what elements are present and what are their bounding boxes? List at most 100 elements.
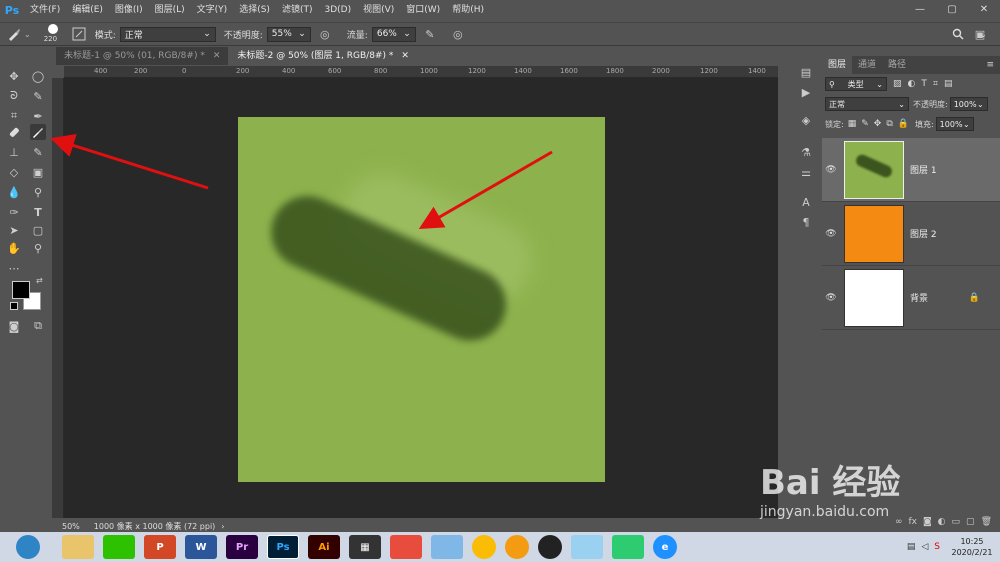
layer-row-1[interactable]: 👁 图层 1	[822, 138, 1000, 202]
chrome-icon[interactable]	[472, 535, 496, 559]
history-brush-tool-icon[interactable]: ✎	[30, 144, 46, 160]
lock-all-icon[interactable]: 🔒	[898, 119, 909, 129]
blue-app-icon[interactable]	[571, 535, 603, 559]
swap-colors-icon[interactable]: ⇄	[36, 276, 43, 285]
brush-tool-icon[interactable]	[30, 124, 46, 140]
fill-input[interactable]: 100% ⌄	[935, 117, 974, 131]
zoom-tool-icon[interactable]: ⚲	[30, 240, 46, 256]
close-tab-icon[interactable]: ✕	[401, 47, 409, 65]
minimize-button[interactable]: —	[904, 0, 936, 20]
filter-adjustment-icon[interactable]: ◐	[908, 79, 916, 89]
menu-select[interactable]: 选择(S)	[233, 0, 276, 20]
libraries-panel-icon[interactable]: ◈	[798, 112, 814, 128]
canvas-workspace[interactable]	[64, 78, 778, 518]
tab-channels[interactable]: 通道	[852, 56, 882, 74]
healing-brush-tool-icon[interactable]	[6, 124, 22, 140]
premiere-icon[interactable]: Pr	[226, 535, 258, 559]
layer-opacity-input[interactable]: 100% ⌄	[949, 97, 988, 111]
start-button[interactable]	[16, 535, 40, 559]
menu-image[interactable]: 图像(I)	[109, 0, 149, 20]
qq-icon[interactable]	[538, 535, 562, 559]
tab-paths[interactable]: 路径	[882, 56, 912, 74]
mode-select[interactable]: 正常 ⌄	[119, 26, 216, 42]
crop-tool-icon[interactable]: ⌗	[6, 108, 22, 124]
layer-row-2[interactable]: 👁 图层 2	[822, 202, 1000, 266]
filter-pixel-icon[interactable]: ▨	[893, 79, 902, 89]
menu-view[interactable]: 视图(V)	[357, 0, 400, 20]
document-canvas[interactable]	[238, 117, 605, 482]
menu-help[interactable]: 帮助(H)	[446, 0, 490, 20]
layer-name[interactable]: 图层 2	[910, 227, 1000, 240]
menu-type[interactable]: 文字(Y)	[191, 0, 234, 20]
menu-file[interactable]: 文件(F)	[24, 0, 66, 20]
maximize-button[interactable]: ▢	[936, 0, 968, 20]
foreground-color-swatch[interactable]	[12, 281, 30, 299]
lock-artboard-icon[interactable]: ⧉	[886, 119, 892, 129]
pressure-size-icon[interactable]: ◎	[450, 26, 466, 42]
lock-pixels-icon[interactable]: ✎	[861, 119, 869, 129]
clock[interactable]: 10:25 2020/2/21	[944, 536, 1000, 558]
zoom-level[interactable]: 50%	[62, 522, 80, 531]
elliptical-marquee-tool-icon[interactable]: ◯	[30, 68, 46, 84]
menu-layer[interactable]: 图层(L)	[149, 0, 191, 20]
lock-transparent-icon[interactable]: ▦	[848, 119, 857, 129]
layer-row-background[interactable]: 👁 背景 🔒	[822, 266, 1000, 330]
rectangle-tool-icon[interactable]: ▢	[30, 222, 46, 238]
pressure-opacity-icon[interactable]: ◎	[317, 26, 333, 42]
paragraph-panel-icon[interactable]: ¶	[798, 214, 814, 230]
blend-mode-select[interactable]: 正常 ⌄	[825, 97, 909, 111]
word-icon[interactable]: W	[185, 535, 217, 559]
volume-icon[interactable]: ◁	[921, 542, 928, 552]
orange-app-icon[interactable]	[505, 535, 529, 559]
tab-document-1[interactable]: 未标题-1 @ 50% (01, RGB/8#) * ✕	[56, 47, 229, 65]
search-icon[interactable]	[950, 26, 966, 42]
quick-mask-icon[interactable]: ◙	[6, 318, 22, 334]
wechat-icon[interactable]	[103, 535, 135, 559]
lasso-tool-icon[interactable]: ᘐ	[6, 88, 22, 104]
quick-selection-tool-icon[interactable]: ✎	[30, 88, 46, 104]
move-tool-icon[interactable]: ✥	[6, 68, 22, 84]
chevron-down-icon[interactable]: ⌄	[24, 30, 31, 39]
close-tab-icon[interactable]: ✕	[213, 47, 221, 65]
file-explorer-icon[interactable]	[62, 535, 94, 559]
internet-explorer-icon[interactable]: e	[653, 535, 677, 559]
filter-shape-icon[interactable]: ⌗	[933, 79, 938, 89]
layer-name[interactable]: 图层 1	[910, 163, 1000, 176]
eraser-tool-icon[interactable]: ◇	[6, 164, 22, 180]
visibility-eye-icon[interactable]: 👁	[822, 165, 840, 175]
brush-settings-panel-icon[interactable]	[71, 26, 87, 42]
powerpoint-icon[interactable]: P	[144, 535, 176, 559]
visibility-eye-icon[interactable]: 👁	[822, 229, 840, 239]
layer-name[interactable]: 背景	[910, 291, 969, 304]
visibility-eye-icon[interactable]: 👁	[822, 293, 840, 303]
brush-size-picker[interactable]: 220	[41, 23, 65, 45]
menu-window[interactable]: 窗口(W)	[400, 0, 446, 20]
filter-type-icon[interactable]: T	[921, 79, 927, 89]
path-selection-tool-icon[interactable]: ➤	[6, 222, 22, 238]
panel-menu-icon[interactable]: ≡	[986, 56, 994, 74]
close-button[interactable]: ✕	[968, 0, 1000, 20]
colorful-app-icon[interactable]	[390, 535, 422, 559]
video-app-icon[interactable]: ▦	[349, 535, 381, 559]
brush-tool-preset-icon[interactable]	[6, 26, 22, 42]
properties-panel-icon[interactable]: ⚌	[798, 164, 814, 180]
default-colors-icon[interactable]	[10, 302, 18, 310]
photoshop-taskbar-icon[interactable]: Ps	[267, 535, 299, 559]
chevron-down-icon[interactable]: ⌄	[980, 30, 987, 39]
blur-tool-icon[interactable]: 💧	[6, 184, 22, 200]
menu-3d[interactable]: 3D(D)	[318, 0, 357, 20]
dodge-tool-icon[interactable]: ⚲	[30, 184, 46, 200]
document-info[interactable]: 1000 像素 x 1000 像素 (72 ppi)	[94, 521, 216, 532]
opacity-input[interactable]: 55% ⌄	[266, 26, 311, 42]
hand-tool-icon[interactable]: ✋	[6, 240, 22, 256]
eyedropper-tool-icon[interactable]: ✒	[30, 108, 46, 124]
pen-tool-icon[interactable]: ✑	[6, 204, 22, 220]
adjustments-panel-icon[interactable]: ⚗	[798, 144, 814, 160]
type-tool-icon[interactable]: T	[30, 204, 46, 220]
tab-document-2[interactable]: 未标题-2 @ 50% (图层 1, RGB/8#) * ✕	[229, 47, 417, 65]
tab-layers[interactable]: 图层	[822, 56, 853, 74]
more-tools-icon[interactable]: ⋯	[6, 260, 22, 276]
layer-filter-select[interactable]: ⚲ 类型 ⌄	[825, 77, 887, 91]
actions-panel-icon[interactable]: ▶	[798, 84, 814, 100]
airbrush-icon[interactable]: ✎	[422, 26, 438, 42]
